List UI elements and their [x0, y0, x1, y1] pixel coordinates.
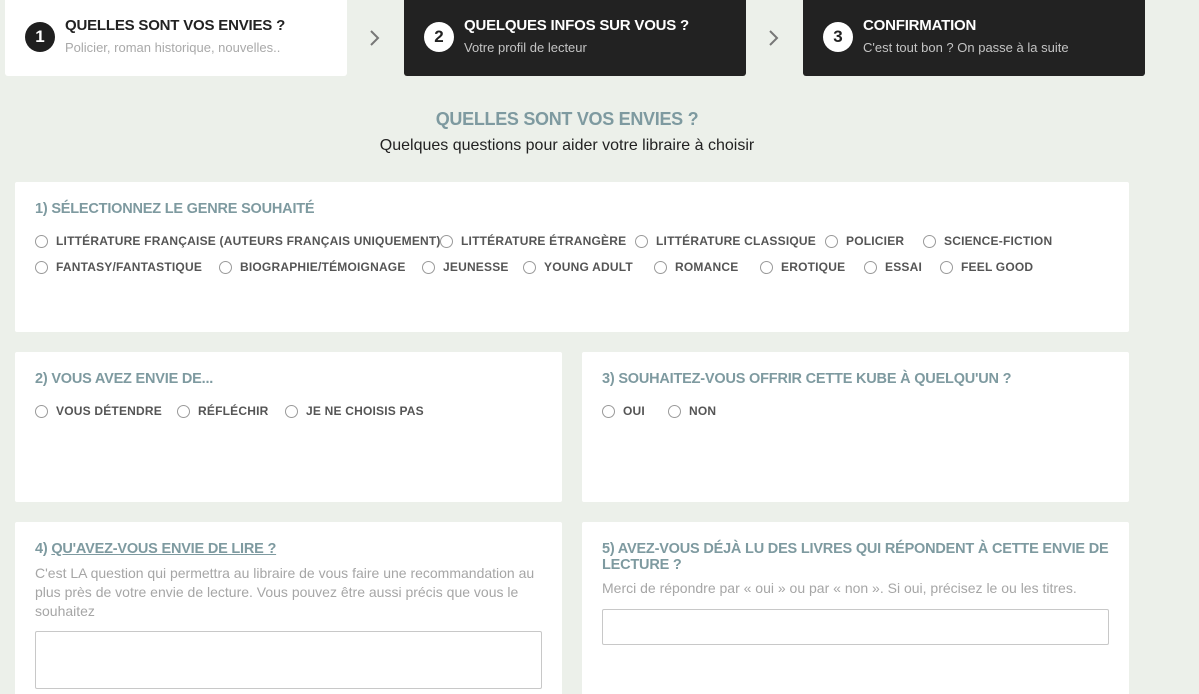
- wish-textarea[interactable]: [35, 631, 542, 689]
- genre-option[interactable]: LITTÉRATURE ÉTRANGÈRE: [440, 234, 626, 248]
- radio-button[interactable]: [923, 234, 936, 248]
- radio-button[interactable]: [422, 260, 435, 274]
- question-genre-card: 1) SÉLECTIONNEZ LE GENRE SOUHAITÉ LITTÉR…: [15, 182, 1129, 332]
- genre-option[interactable]: FEEL GOOD: [940, 260, 1033, 274]
- step-3[interactable]: 3 CONFIRMATION C'est tout bon ? On passe…: [803, 0, 1145, 76]
- genre-option-label: FANTASY/FANTASTIQUE: [56, 260, 203, 274]
- radio-button[interactable]: [523, 260, 536, 274]
- radio-button[interactable]: [654, 260, 667, 274]
- question-wish-title: 4) QU'AVEZ-VOUS ENVIE DE LIRE ?: [35, 541, 276, 557]
- genre-option-label: LITTÉRATURE ÉTRANGÈRE: [461, 234, 627, 248]
- radio-button[interactable]: [602, 404, 615, 418]
- genre-option-label: JEUNESSE: [443, 260, 509, 274]
- genre-option[interactable]: POLICIER: [825, 234, 904, 248]
- genre-option[interactable]: JEUNESSE: [422, 260, 509, 274]
- step-2-subtitle: Votre profil de lecteur: [464, 40, 587, 55]
- genre-option-label: LITTÉRATURE CLASSIQUE: [656, 234, 816, 248]
- question-already-read-help: Merci de répondre par « oui » ou par « n…: [602, 580, 1077, 596]
- genre-option-label: YOUNG ADULT: [544, 260, 633, 274]
- radio-button[interactable]: [635, 234, 648, 248]
- radio-button[interactable]: [825, 234, 838, 248]
- genre-option[interactable]: FANTASY/FANTASTIQUE: [35, 260, 202, 274]
- step-1-number: 1: [25, 22, 55, 52]
- genre-option[interactable]: SCIENCE-FICTION: [923, 234, 1052, 248]
- chevron-right-icon: [769, 30, 779, 46]
- step-1[interactable]: 1 QUELLES SONT VOS ENVIES ? Policier, ro…: [5, 0, 347, 76]
- genre-option[interactable]: YOUNG ADULT: [523, 260, 633, 274]
- step-3-title: CONFIRMATION: [863, 17, 977, 34]
- page-subtitle: Quelques questions pour aider votre libr…: [379, 137, 755, 154]
- radio-button[interactable]: [668, 404, 681, 418]
- genre-option-label: ESSAI: [885, 260, 923, 274]
- already-read-input[interactable]: [602, 609, 1109, 645]
- radio-button[interactable]: [35, 234, 48, 248]
- genre-option-label: BIOGRAPHIE/TÉMOIGNAGE: [240, 260, 406, 274]
- mood-option[interactable]: VOUS DÉTENDRE: [35, 404, 162, 418]
- radio-button[interactable]: [864, 260, 877, 274]
- step-1-title: QUELLES SONT VOS ENVIES ?: [65, 17, 286, 34]
- gift-option-label: NON: [689, 404, 717, 418]
- genre-option-label: LITTÉRATURE FRANÇAISE (AUTEURS FRANÇAIS …: [56, 234, 441, 248]
- question-gift-title: 3) SOUHAITEZ-VOUS OFFRIR CETTE KUBE À QU…: [602, 371, 1012, 387]
- question-wish-label: QU'AVEZ-VOUS ENVIE DE LIRE ?: [51, 541, 277, 557]
- chevron-right-icon: [370, 30, 380, 46]
- question-already-read-card: 5) AVEZ-VOUS DÉJÀ LU DES LIVRES QUI RÉPO…: [582, 522, 1129, 694]
- radio-button[interactable]: [285, 404, 298, 418]
- radio-button[interactable]: [940, 260, 953, 274]
- question-wish-number: 4): [35, 541, 52, 557]
- radio-button[interactable]: [35, 404, 48, 418]
- mood-option[interactable]: RÉFLÉCHIR: [177, 404, 268, 418]
- gift-option-no[interactable]: NON: [668, 404, 716, 418]
- step-2[interactable]: 2 QUELQUES INFOS SUR VOUS ? Votre profil…: [404, 0, 746, 76]
- question-mood-title: 2) VOUS AVEZ ENVIE DE...: [35, 371, 214, 387]
- question-mood-card: 2) VOUS AVEZ ENVIE DE... VOUS DÉTENDRE R…: [15, 352, 562, 502]
- genre-option-label: POLICIER: [846, 234, 905, 248]
- question-genre-title: 1) SÉLECTIONNEZ LE GENRE SOUHAITÉ: [35, 201, 315, 217]
- step-3-number: 3: [823, 22, 853, 52]
- genre-option[interactable]: ROMANCE: [654, 260, 738, 274]
- mood-option[interactable]: JE NE CHOISIS PAS: [285, 404, 424, 418]
- genre-option-label: FEEL GOOD: [961, 260, 1034, 274]
- mood-option-label: VOUS DÉTENDRE: [56, 404, 162, 418]
- gift-option-label: OUI: [623, 404, 645, 418]
- genre-option-label: EROTIQUE: [781, 260, 846, 274]
- genre-option[interactable]: ESSAI: [864, 260, 922, 274]
- page-title: QUELLES SONT VOS ENVIES ?: [435, 109, 699, 129]
- step-2-number: 2: [424, 22, 454, 52]
- genre-option[interactable]: EROTIQUE: [760, 260, 845, 274]
- mood-option-label: RÉFLÉCHIR: [198, 404, 269, 418]
- step-3-subtitle: C'est tout bon ? On passe à la suite: [863, 40, 1069, 55]
- radio-button[interactable]: [177, 404, 190, 418]
- question-wish-card: 4) QU'AVEZ-VOUS ENVIE DE LIRE ? C'est LA…: [15, 522, 562, 694]
- step-1-subtitle: Policier, roman historique, nouvelles..: [65, 40, 281, 55]
- radio-button[interactable]: [760, 260, 773, 274]
- genre-option-label: ROMANCE: [675, 260, 739, 274]
- step-2-title: QUELQUES INFOS SUR VOUS ?: [464, 17, 690, 34]
- genre-option[interactable]: LITTÉRATURE FRANÇAISE (AUTEURS FRANÇAIS …: [35, 234, 441, 248]
- mood-option-label: JE NE CHOISIS PAS: [306, 404, 424, 418]
- radio-button[interactable]: [219, 260, 232, 274]
- radio-button[interactable]: [35, 260, 48, 274]
- gift-option-yes[interactable]: OUI: [602, 404, 645, 418]
- question-gift-card: 3) SOUHAITEZ-VOUS OFFRIR CETTE KUBE À QU…: [582, 352, 1129, 502]
- genre-option-label: SCIENCE-FICTION: [944, 234, 1053, 248]
- question-wish-help: C'est LA question qui permettra au libra…: [35, 565, 535, 619]
- radio-button[interactable]: [440, 234, 453, 248]
- question-already-read-title: 5) AVEZ-VOUS DÉJÀ LU DES LIVRES QUI RÉPO…: [602, 541, 1109, 573]
- genre-option[interactable]: LITTÉRATURE CLASSIQUE: [635, 234, 816, 248]
- genre-option[interactable]: BIOGRAPHIE/TÉMOIGNAGE: [219, 260, 406, 274]
